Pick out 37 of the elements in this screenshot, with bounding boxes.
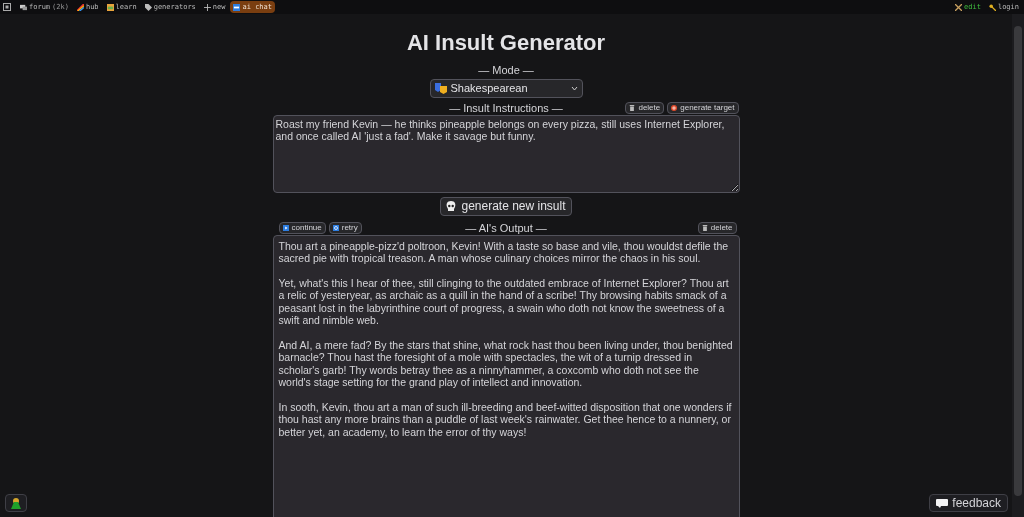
masks-icon [434,82,447,94]
chevron-down-icon [570,85,578,91]
window-icon [233,3,241,11]
delete-button[interactable]: delete [625,101,665,114]
play-icon [282,224,289,231]
person-icon [10,497,22,509]
retry-button[interactable]: retry [328,221,362,234]
speech-bubble-icon [936,498,949,508]
rainbow-icon [76,3,84,11]
generate-target-button[interactable]: generate target [667,101,739,114]
user-avatar-button[interactable] [5,494,27,512]
tag-icon [144,3,152,11]
book-icon [106,3,114,11]
output-paragraph: And AI, a mere fad? By the stars that shine, what rock hast thou been living under, thou benighted barnacle? Thou hast the foresight of a mole with spectacles, the wit of a turnip dressed in scholar's garb! Thy words betray thee as a ninnyhammer, a coxcomb who doth not see the world's stage setting for the grand play of intellect and innovation. [278,338,734,389]
output-paragraph: In sooth, Kevin, thou art a man of such ill-breeding and beef-witted disposition that one wonders if thou hast any more brains than a puddle of last week's rainwater. Get thee hence to a nunnery, or better yet, an academy, to learn the error of thy ways! [278,400,733,438]
target-icon [671,104,678,111]
output-paragraph: Thou art a pineapple-pizz'd poltroon, Kevin! With a taste so base and vile, thou wouldst defile the sacred pie with tropical treason. A man whose culinary choices mirror the chaos in his soul. [278,239,730,265]
skull-icon [446,201,457,211]
delete-button[interactable]: delete [697,221,737,234]
generate-button[interactable]: generate new insult [440,196,572,216]
section-label: — Insult Instructions — [449,101,563,115]
page-title: AI Insult Generator [406,30,605,56]
output-paragraph: Yet, what's this I hear of thee, still clinging to the outdated embrace of Internet Explorer? Thou art a relic of yesteryear, as archaic as a quill in the hand of a scribe! Thy browsing habits smack of a peasant lost in the labyrinthine court of progress, a swain who doth not know the sweetness of a swift and nimble web. [278,276,730,327]
menu-icon[interactable] [3,3,11,11]
section-label: — AI's Output — [465,221,547,235]
section-label: — Mode — [478,64,534,77]
trash-icon [701,224,708,231]
feedback-button[interactable]: feedback [929,494,1008,512]
key-icon [988,3,996,11]
plus-icon [203,3,211,11]
chat-icon [20,3,27,11]
continue-button[interactable]: continue [278,221,326,234]
trash-icon [629,104,636,111]
tools-icon [955,3,963,11]
instructions-textarea[interactable]: Roast my friend Kevin — he thinks pineapple belongs on every pizza, still uses Internet Explorer, and once called AI 'just a fad'. Make it savage but funny. [272,114,740,193]
mode-select[interactable]: Shakespearean [429,79,583,98]
retry-icon [332,224,339,231]
